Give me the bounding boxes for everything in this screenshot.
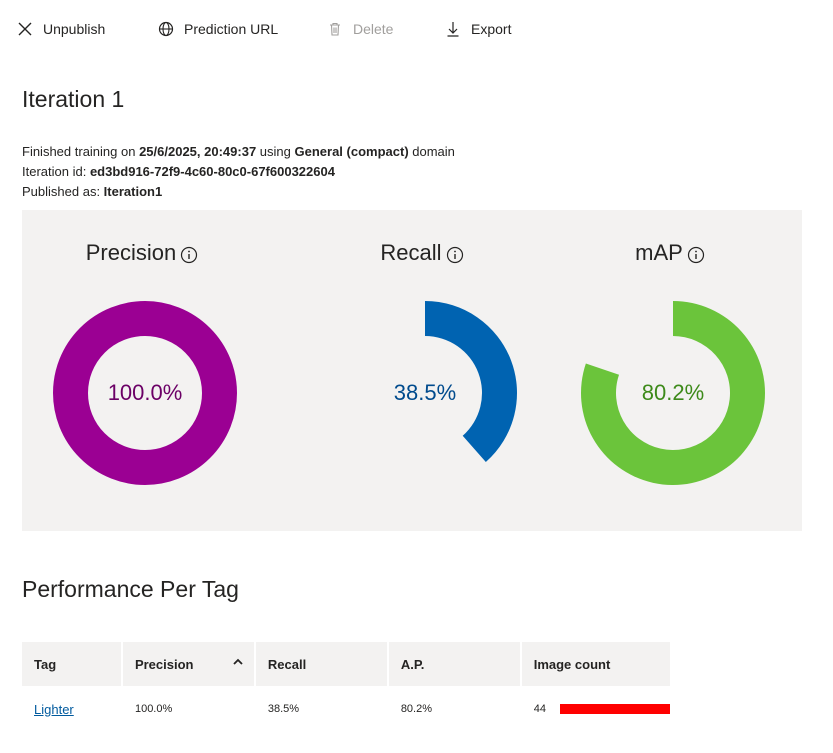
export-button[interactable]: Export — [445, 18, 511, 40]
finished-prefix: Finished training on — [22, 144, 140, 159]
domain-name: General (compact) — [294, 144, 409, 159]
performance-title: Performance Per Tag — [22, 576, 239, 602]
column-header-precision[interactable]: Precision — [122, 642, 256, 686]
recall-value: 38.5% — [393, 380, 457, 405]
column-header-ap[interactable]: A.P. — [388, 642, 522, 686]
iteration-details: Finished training on 25/6/2025, 20:49:37… — [22, 142, 455, 202]
image-count-value: 44 — [533, 703, 546, 715]
delete-button[interactable]: Delete — [327, 18, 393, 40]
published-as: Published as: Iteration1 — [22, 182, 455, 202]
map-title: mAP — [550, 240, 790, 266]
training-info: Finished training on 25/6/2025, 20:49:37… — [22, 142, 455, 162]
info-icon[interactable] — [180, 246, 198, 264]
download-icon — [447, 22, 459, 37]
page-title: Iteration 1 — [22, 86, 125, 112]
precision-title: Precision — [22, 240, 262, 266]
trash-icon — [330, 22, 340, 36]
precision-header-label: Precision — [134, 656, 194, 672]
command-bar: Unpublish Prediction URL Delete Export — [0, 0, 833, 58]
precision-value: 100.0% — [107, 380, 183, 405]
performance-table: Tag Precision Recall A.P. Image count Li… — [22, 642, 670, 732]
tag-link[interactable]: Lighter — [34, 702, 74, 717]
recall-metric: Recall 38.5% — [302, 210, 542, 531]
published-value: Iteration1 — [103, 184, 163, 199]
sort-ascending-icon[interactable] — [232, 656, 244, 668]
prediction-url-label: Prediction URL — [184, 21, 279, 37]
map-metric: mAP 80.2% — [550, 210, 790, 531]
unpublish-label: Unpublish — [43, 21, 106, 37]
recall-title: Recall — [302, 240, 542, 266]
precision-metric: Precision 100.0% — [22, 210, 262, 531]
info-icon[interactable] — [687, 246, 705, 264]
ap-cell: 80.2% — [400, 703, 433, 715]
close-icon — [18, 22, 32, 36]
table-row: Lighter 100.0% 38.5% 80.2% 44 — [22, 686, 670, 732]
column-header-image-count[interactable]: Image count — [521, 642, 670, 686]
iteration-id-label: Iteration id: — [22, 164, 90, 179]
prediction-url-button[interactable]: Prediction URL — [158, 18, 278, 40]
finished-date: 25/6/2025, 20:49:37 — [139, 144, 257, 159]
recall-label: Recall — [380, 240, 442, 265]
iteration-id-value: ed3bd916-72f9-4c60-80c0-67f600322604 — [89, 164, 335, 179]
column-header-tag[interactable]: Tag — [22, 642, 123, 686]
column-header-recall[interactable]: Recall — [255, 642, 389, 686]
metrics-panel: Precision 100.0% Recall 38.5% mAP 80.2% — [22, 210, 802, 531]
image-count-cell: 44 — [522, 686, 670, 732]
recall-cell: 38.5% — [267, 703, 300, 715]
globe-icon — [158, 21, 174, 37]
map-label: mAP — [635, 240, 683, 265]
precision-label: Precision — [85, 240, 177, 265]
domain-suffix: domain — [408, 144, 455, 159]
image-count-bar — [559, 704, 670, 714]
iteration-id: Iteration id: ed3bd916-72f9-4c60-80c0-67… — [22, 162, 455, 182]
precision-cell: 100.0% — [134, 703, 173, 715]
using-text: using — [256, 144, 295, 159]
published-label: Published as: — [22, 184, 104, 199]
table-header-row: Tag Precision Recall A.P. Image count — [22, 642, 670, 686]
map-value: 80.2% — [641, 380, 705, 405]
delete-label: Delete — [353, 21, 394, 37]
tag-cell: Lighter — [22, 686, 123, 732]
export-label: Export — [471, 21, 512, 37]
info-icon[interactable] — [446, 246, 464, 264]
unpublish-button[interactable]: Unpublish — [17, 18, 105, 40]
